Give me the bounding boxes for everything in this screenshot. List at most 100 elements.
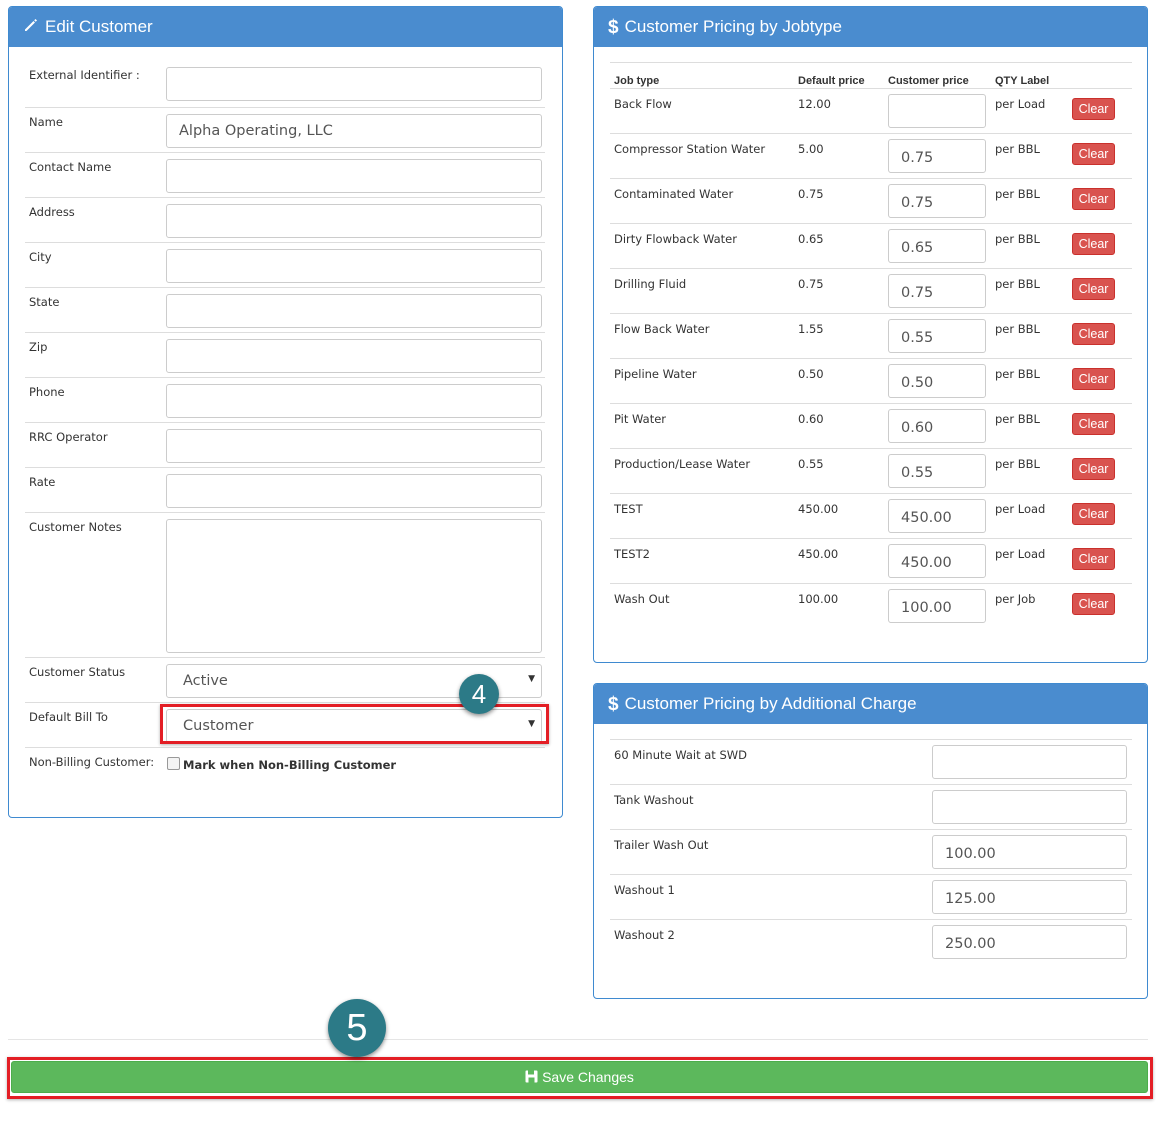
charge-name: Washout 1	[614, 883, 675, 897]
customer-price-input[interactable]: 0.50	[888, 364, 986, 398]
state-input[interactable]	[166, 294, 542, 328]
job-type-cell: Drilling Fluid	[614, 277, 687, 291]
default-price-cell: 0.50	[798, 367, 824, 381]
contact-name-input[interactable]	[166, 159, 542, 193]
form-row-address: Address	[25, 197, 545, 242]
phone-input[interactable]	[166, 384, 542, 418]
jobtype-pricing-title: Customer Pricing by Jobtype	[624, 17, 842, 36]
customer-notes-label: Customer Notes	[29, 520, 122, 534]
qty-label-cell: per Load	[995, 97, 1046, 111]
non-billing-checkbox[interactable]	[167, 757, 180, 770]
col-header-job-type: Job type	[614, 75, 660, 87]
customer-price-input[interactable]: 450.00	[888, 499, 986, 533]
default-price-cell: 100.00	[798, 592, 839, 606]
customer-notes-textarea[interactable]	[166, 519, 542, 653]
qty-label-cell: per BBL	[995, 142, 1040, 156]
customer-price-input[interactable]: 0.75	[888, 139, 986, 173]
clear-button[interactable]: Clear	[1072, 323, 1115, 345]
clear-button[interactable]: Clear	[1072, 188, 1115, 210]
job-type-cell: Back Flow	[614, 97, 672, 111]
name-input[interactable]: Alpha Operating, LLC	[166, 114, 542, 148]
job-type-cell: TEST	[614, 502, 643, 516]
table-row: Back Flow 12.00 per Load Clear	[610, 88, 1132, 133]
charge-name: Trailer Wash Out	[614, 838, 709, 852]
city-input[interactable]	[166, 249, 542, 283]
customer-price-input[interactable]: 100.00	[888, 589, 986, 623]
default-price-cell: 12.00	[798, 97, 831, 111]
default-price-cell: 0.55	[798, 457, 824, 471]
qty-label-cell: per Load	[995, 502, 1046, 516]
customer-price-input[interactable]: 0.65	[888, 229, 986, 263]
additional-charge-title: Customer Pricing by Additional Charge	[624, 694, 917, 713]
address-input[interactable]	[166, 204, 542, 238]
charge-price-input[interactable]: 125.00	[932, 880, 1127, 914]
charge-price-input[interactable]: 100.00	[932, 835, 1127, 869]
customer-price-input[interactable]: 0.75	[888, 274, 986, 308]
rrc-operator-input[interactable]	[166, 429, 542, 463]
non-billing-label: Non-Billing Customer:	[29, 755, 155, 769]
form-row-city: City	[25, 242, 545, 287]
customer-status-label: Customer Status	[29, 665, 126, 679]
list-item: Tank Washout	[610, 784, 1132, 829]
zip-input[interactable]	[166, 339, 542, 373]
charge-price-input[interactable]	[932, 790, 1127, 824]
form-row-state: State	[25, 287, 545, 332]
clear-button[interactable]: Clear	[1072, 548, 1115, 570]
default-price-cell: 1.55	[798, 322, 824, 336]
form-row-zip: Zip	[25, 332, 545, 377]
pencil-icon	[23, 8, 39, 48]
table-row: Drilling Fluid 0.75 0.75 per BBL Clear	[610, 268, 1132, 313]
qty-label-cell: per Job	[995, 592, 1036, 606]
footer-divider	[8, 1039, 1148, 1040]
clear-button[interactable]: Clear	[1072, 593, 1115, 615]
customer-price-input[interactable]: 0.55	[888, 454, 986, 488]
jobtype-pricing-header: $ Customer Pricing by Jobtype	[594, 7, 1147, 47]
customer-price-input[interactable]	[888, 94, 986, 128]
charge-price-input[interactable]	[932, 745, 1127, 779]
col-header-customer-price: Customer price	[888, 75, 969, 87]
customer-price-input[interactable]: 0.75	[888, 184, 986, 218]
qty-label-cell: per BBL	[995, 187, 1040, 201]
default-price-cell: 0.65	[798, 232, 824, 246]
table-row: TEST2 450.00 450.00 per Load Clear	[610, 538, 1132, 583]
additional-charge-header: $ Customer Pricing by Additional Charge	[594, 684, 1147, 724]
list-item: Washout 1 125.00	[610, 874, 1132, 919]
edit-customer-header: Edit Customer	[9, 7, 562, 47]
table-row: TEST 450.00 450.00 per Load Clear	[610, 493, 1132, 538]
qty-label-cell: per BBL	[995, 457, 1040, 471]
clear-button[interactable]: Clear	[1072, 458, 1115, 480]
contact-name-label: Contact Name	[29, 160, 112, 174]
customer-status-value: Active	[183, 673, 228, 689]
default-price-cell: 450.00	[798, 502, 839, 516]
default-bill-to-label: Default Bill To	[29, 710, 108, 724]
col-header-qty-label: QTY Label	[995, 75, 1050, 87]
rate-label: Rate	[29, 475, 56, 489]
customer-price-input[interactable]: 0.60	[888, 409, 986, 443]
form-row-rrc-operator: RRC Operator	[25, 422, 545, 467]
form-row-non-billing: Non-Billing Customer: Mark when Non-Bill…	[25, 747, 545, 787]
form-row-rate: Rate	[25, 467, 545, 512]
customer-price-input[interactable]: 0.55	[888, 319, 986, 353]
zip-label: Zip	[29, 340, 48, 354]
rate-input[interactable]	[166, 474, 542, 508]
external-identifier-input[interactable]	[166, 67, 542, 101]
default-price-cell: 0.60	[798, 412, 824, 426]
qty-label-cell: per BBL	[995, 412, 1040, 426]
col-header-default-price: Default price	[798, 75, 865, 87]
customer-price-input[interactable]: 450.00	[888, 544, 986, 578]
job-type-cell: Flow Back Water	[614, 322, 710, 336]
phone-label: Phone	[29, 385, 65, 399]
clear-button[interactable]: Clear	[1072, 278, 1115, 300]
clear-button[interactable]: Clear	[1072, 143, 1115, 165]
non-billing-checkbox-label[interactable]: Mark when Non-Billing Customer	[183, 758, 396, 772]
clear-button[interactable]: Clear	[1072, 413, 1115, 435]
charge-name: 60 Minute Wait at SWD	[614, 748, 748, 762]
clear-button[interactable]: Clear	[1072, 368, 1115, 390]
charge-price-input[interactable]: 250.00	[932, 925, 1127, 959]
address-label: Address	[29, 205, 75, 219]
job-type-cell: Pipeline Water	[614, 367, 697, 381]
clear-button[interactable]: Clear	[1072, 98, 1115, 120]
clear-button[interactable]: Clear	[1072, 233, 1115, 255]
job-type-cell: Contaminated Water	[614, 187, 734, 201]
clear-button[interactable]: Clear	[1072, 503, 1115, 525]
